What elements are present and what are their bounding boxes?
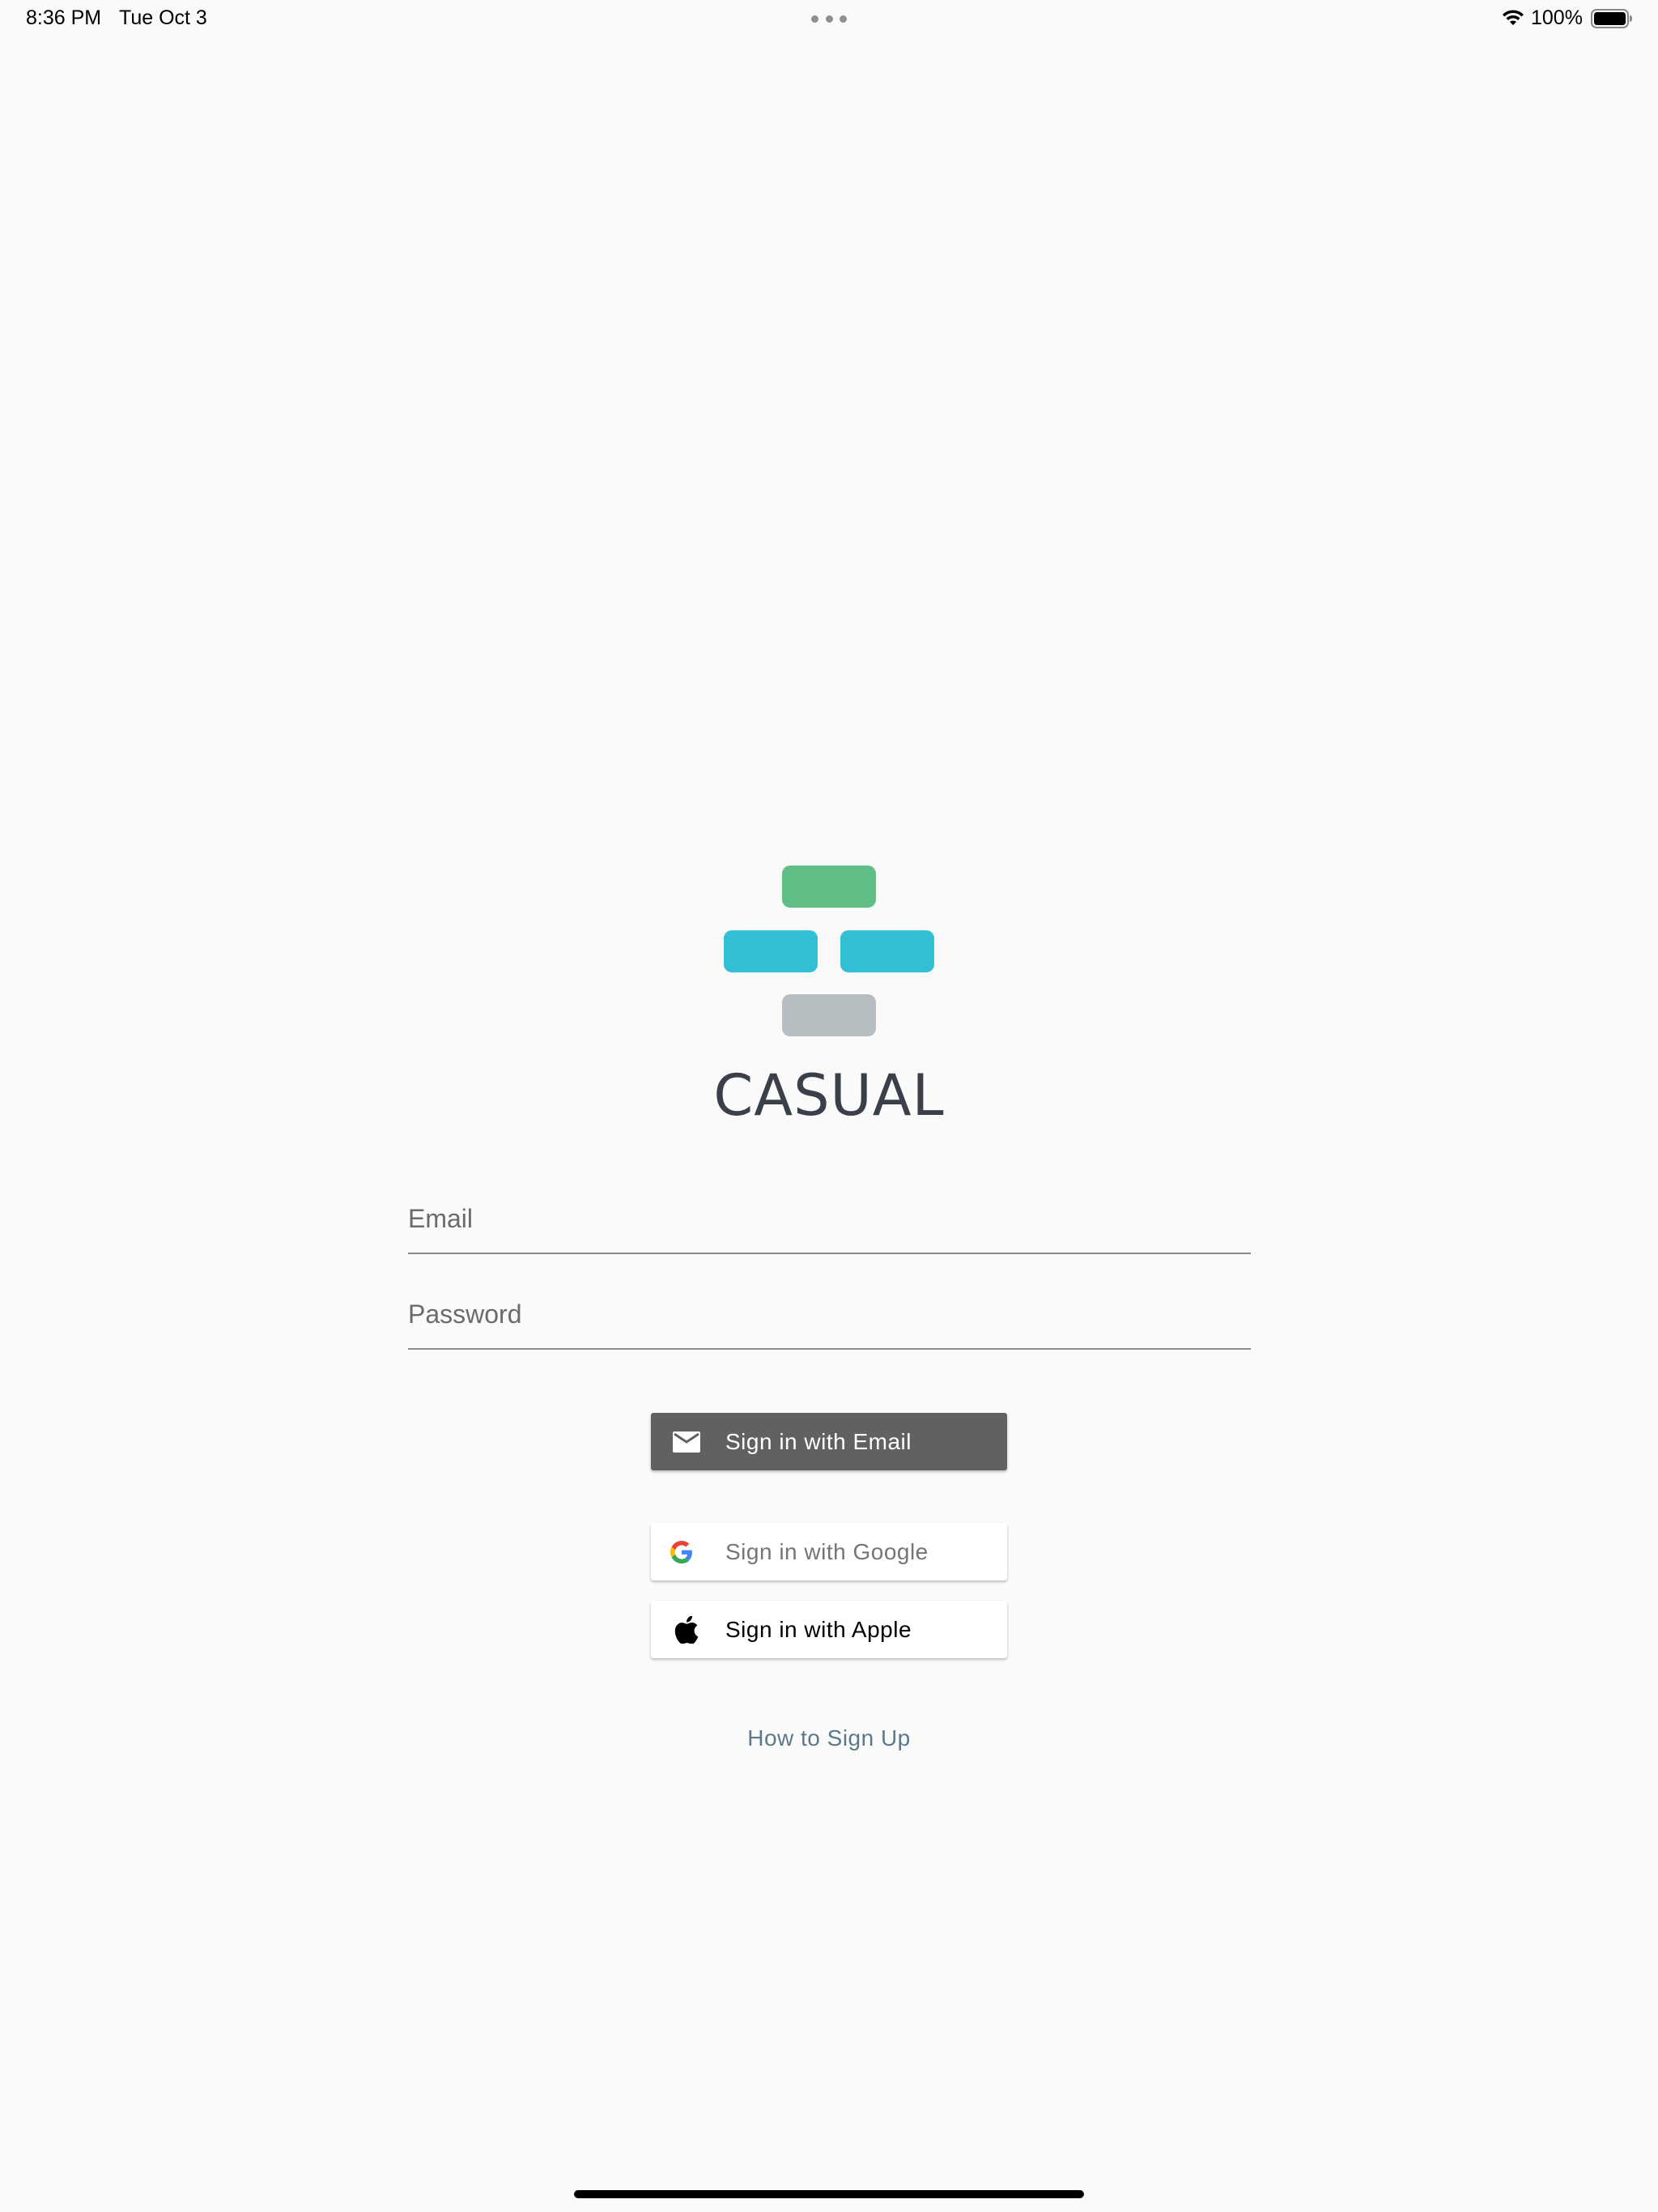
- battery-percent: 100%: [1531, 6, 1583, 29]
- password-field-container: [408, 1283, 1251, 1350]
- sign-in-apple-button[interactable]: Sign in with Apple: [651, 1601, 1007, 1658]
- brand-name: CASUAL: [713, 1062, 945, 1129]
- sign-in-email-label: Sign in with Email: [725, 1428, 912, 1454]
- mail-icon: [672, 1427, 701, 1457]
- login-screen: 8:36 PM Tue Oct 3 100% CASUAL Email Sign…: [0, 0, 1658, 2212]
- sign-in-email-button[interactable]: Sign in with Email: [651, 1413, 1007, 1470]
- email-field[interactable]: [408, 1204, 1251, 1234]
- more-dots-icon[interactable]: [811, 15, 847, 23]
- status-bar: 8:36 PM Tue Oct 3 100%: [0, 0, 1658, 39]
- sign-in-google-button[interactable]: Sign in with Google: [651, 1523, 1007, 1580]
- logo-brick-top: [782, 866, 876, 908]
- status-time: 8:36 PM: [26, 6, 102, 29]
- email-field-container: [408, 1188, 1251, 1254]
- sign-in-apple-label: Sign in with Apple: [725, 1616, 912, 1642]
- logo-brick-middle-left: [724, 930, 818, 972]
- battery-icon: [1591, 9, 1632, 28]
- home-indicator[interactable]: [574, 2190, 1084, 2198]
- logo-brick-middle-right: [840, 930, 934, 972]
- apple-icon: [672, 1615, 701, 1644]
- logo-brick-bottom: [782, 994, 876, 1036]
- password-field[interactable]: [408, 1300, 1251, 1329]
- google-icon: [667, 1538, 696, 1567]
- casual-logo: [724, 866, 934, 1037]
- wifi-icon: [1503, 10, 1524, 25]
- how-to-sign-up-link[interactable]: How to Sign Up: [667, 1725, 991, 1751]
- status-date: Tue Oct 3: [119, 6, 207, 29]
- sign-in-google-label: Sign in with Google: [725, 1538, 929, 1564]
